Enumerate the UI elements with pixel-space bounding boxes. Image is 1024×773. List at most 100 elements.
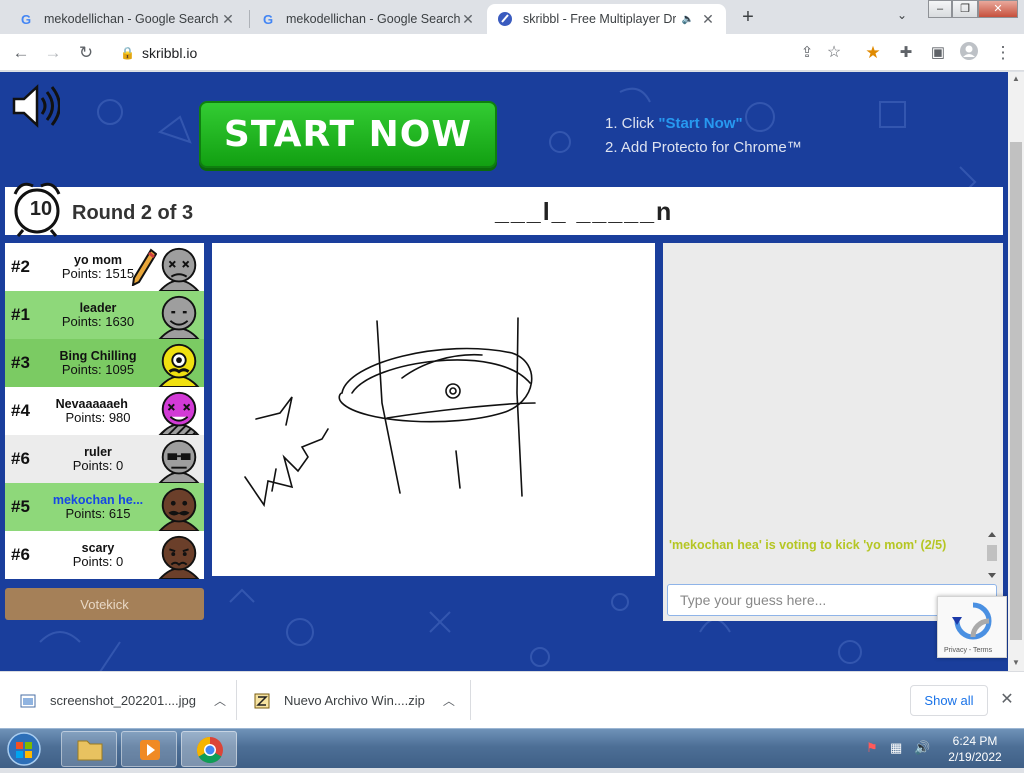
- player-name: Nevaaaaaeh: [55, 397, 141, 411]
- chevron-up-icon[interactable]: ︿: [443, 692, 455, 709]
- profile-avatar-icon[interactable]: [957, 41, 981, 65]
- minimize-button[interactable]: ‒: [928, 0, 952, 18]
- network-icon[interactable]: ▦: [890, 740, 902, 756]
- tab-google-search-2[interactable]: G mekodellichan - Google Search ✕: [250, 4, 486, 34]
- player-row[interactable]: #3 Bing Chilling Points: 1095: [5, 339, 204, 388]
- player-points: Points: 615: [65, 506, 131, 521]
- page-scroll-thumb[interactable]: [1010, 142, 1022, 640]
- tab-google-search-1[interactable]: G mekodellichan - Google Search ✕: [8, 4, 246, 34]
- zip-file-icon: [254, 693, 270, 709]
- side-panel-icon[interactable]: ▣: [926, 41, 950, 65]
- pencil-icon: [131, 248, 158, 291]
- speaker-icon[interactable]: 🔈: [682, 14, 694, 25]
- taskbar-chrome-button[interactable]: [181, 731, 237, 767]
- skribbl-page: START NOW 1. Click "Start Now" 2. Add Pr…: [0, 72, 1008, 671]
- chevron-up-icon[interactable]: ︿: [214, 692, 226, 709]
- player-row[interactable]: #5 mekochan he... Points: 615: [5, 483, 204, 532]
- player-row[interactable]: #4 Nevaaaaaeh Points: 980: [5, 387, 204, 436]
- forward-icon[interactable]: →: [41, 41, 65, 65]
- show-all-button[interactable]: Show all: [910, 685, 988, 716]
- player-points: Points: 0: [72, 458, 124, 473]
- recaptcha-privacy-terms[interactable]: Privacy - Terms: [944, 647, 992, 654]
- word-hint: ___l_ _____n: [495, 198, 674, 226]
- round-indicator: Round 2 of 3: [72, 202, 194, 224]
- system-clock[interactable]: 6:24 PM 2/19/2022: [940, 733, 1010, 765]
- windows-taskbar: ⚑ ▦ 🔊 6:24 PM 2/19/2022: [0, 728, 1024, 768]
- player-row[interactable]: #6 ruler Points: 0: [5, 435, 204, 484]
- bookmark-star-icon[interactable]: ☆: [822, 41, 846, 65]
- tab-search-icon[interactable]: ⌄: [897, 8, 907, 22]
- chrome-icon: [196, 736, 223, 764]
- close-icon[interactable]: ✕: [997, 690, 1017, 710]
- share-icon[interactable]: ⇪: [795, 41, 819, 65]
- ad-step-1: 1. Click "Start Now": [605, 115, 743, 132]
- address-bar[interactable]: 🔒 skribbl.io: [110, 39, 860, 67]
- close-icon[interactable]: ✕: [460, 11, 476, 27]
- recaptcha-badge[interactable]: Privacy - Terms: [937, 596, 1007, 658]
- taskbar-explorer-button[interactable]: [61, 731, 117, 767]
- drawing-canvas[interactable]: [212, 243, 655, 576]
- download-item-zip[interactable]: Nuevo Archivo Win....zip ︿: [254, 672, 459, 729]
- action-center-icon[interactable]: ⚑: [866, 740, 878, 756]
- player-avatar: [156, 485, 202, 532]
- ad-start-now-link[interactable]: "Start Now": [658, 115, 742, 132]
- player-avatar: [156, 341, 202, 388]
- player-rank: #5: [11, 497, 30, 516]
- restore-button[interactable]: ❐: [952, 0, 978, 18]
- menu-kebab-icon[interactable]: ⋮: [991, 41, 1015, 65]
- download-item-screenshot[interactable]: screenshot_202201....jpg ︿: [20, 672, 226, 729]
- extensions-puzzle-icon[interactable]: ✚: [894, 41, 918, 65]
- extension-star-icon[interactable]: ★: [861, 41, 885, 65]
- google-icon: G: [20, 11, 32, 27]
- player-row[interactable]: #6 scary Points: 0: [5, 531, 204, 580]
- download-filename: screenshot_202201....jpg: [50, 693, 196, 708]
- back-icon[interactable]: ←: [9, 41, 33, 65]
- player-name: Bing Chilling: [59, 349, 137, 363]
- tab-title: mekodellichan - Google Search: [44, 12, 219, 26]
- player-info: mekochan he... Points: 615: [43, 493, 153, 521]
- window-close-button[interactable]: ✕: [978, 0, 1018, 18]
- image-file-icon: [20, 693, 36, 709]
- google-icon: G: [262, 11, 274, 27]
- close-icon[interactable]: ✕: [700, 11, 716, 27]
- sound-speaker-icon[interactable]: [10, 82, 61, 130]
- player-rank: #1: [11, 305, 30, 324]
- player-rank: #6: [11, 545, 30, 564]
- chat-panel: 'mekochan hea' is voting to kick 'yo mom…: [663, 243, 1003, 621]
- chat-message-votekick: 'mekochan hea' is voting to kick 'yo mom…: [669, 538, 947, 552]
- clock-date: 2/19/2022: [948, 750, 1002, 764]
- new-tab-button[interactable]: +: [737, 6, 759, 28]
- chat-scrollbar[interactable]: [985, 531, 999, 581]
- taskbar-media-player-button[interactable]: [121, 731, 177, 767]
- player-avatar: [156, 437, 202, 484]
- player-list: #2 yo mom Points: 1515 #1 leader Points: 1630…: [5, 243, 204, 580]
- tab-title: skribbl - Free Multiplayer Dra: [523, 12, 676, 26]
- player-name: ruler: [84, 445, 112, 459]
- media-player-icon: [140, 740, 160, 760]
- scroll-up-icon[interactable]: ▲: [1012, 74, 1020, 83]
- windows-start-icon[interactable]: [5, 731, 43, 767]
- player-name: leader: [79, 301, 117, 315]
- player-name: mekochan he...: [52, 493, 144, 507]
- player-info: ruler Points: 0: [43, 445, 153, 473]
- browser-toolbar: ← → ↻ 🔒 skribbl.io ⇪ ☆ ★ ✚ ▣ ⋮: [0, 34, 1024, 71]
- player-avatar: [156, 293, 202, 340]
- start-now-ad-button[interactable]: START NOW: [199, 101, 497, 168]
- tab-skribbl[interactable]: skribbl - Free Multiplayer Dra 🔈 ✕: [487, 4, 726, 34]
- scroll-down-icon[interactable]: ▼: [1012, 658, 1020, 667]
- recaptcha-icon: [952, 602, 992, 640]
- volume-icon[interactable]: 🔊: [914, 740, 930, 756]
- votekick-button[interactable]: Votekick: [5, 588, 204, 620]
- close-icon[interactable]: ✕: [220, 11, 236, 27]
- download-divider: [470, 680, 471, 720]
- tab-title: mekodellichan - Google Search: [286, 12, 460, 26]
- reload-icon[interactable]: ↻: [74, 41, 98, 65]
- download-filename: Nuevo Archivo Win....zip: [284, 693, 425, 708]
- player-rank: #6: [11, 449, 30, 468]
- player-points: Points: 980: [65, 410, 131, 425]
- tab-strip: G mekodellichan - Google Search ✕ G meko…: [0, 0, 1024, 34]
- lock-icon: 🔒: [120, 46, 135, 60]
- player-row[interactable]: #2 yo mom Points: 1515: [5, 243, 204, 292]
- player-rank: #4: [11, 401, 30, 420]
- player-row[interactable]: #1 leader Points: 1630: [5, 291, 204, 340]
